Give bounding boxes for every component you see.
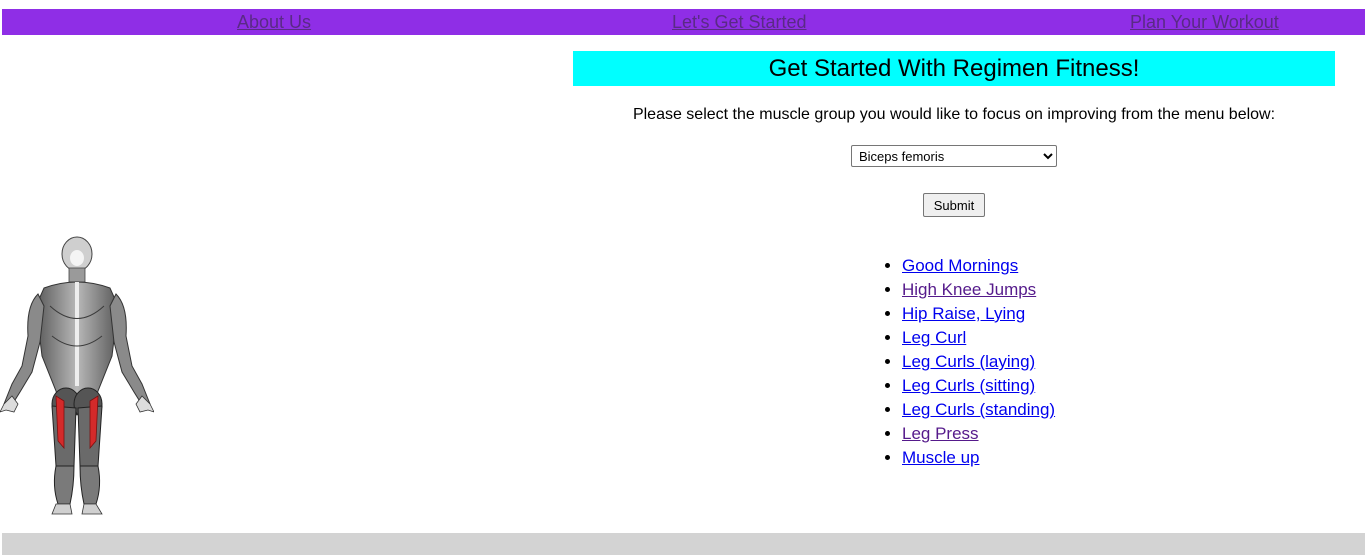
list-item: Leg Curls (standing) bbox=[902, 398, 1055, 422]
muscle-group-select[interactable]: Biceps femoris bbox=[851, 145, 1057, 167]
exercise-link-leg-curls-standing[interactable]: Leg Curls (standing) bbox=[902, 400, 1055, 419]
list-item: Leg Curl bbox=[902, 326, 1055, 350]
page-title: Get Started With Regimen Fitness! bbox=[768, 55, 1140, 82]
submit-button[interactable]: Submit bbox=[923, 193, 985, 217]
list-item: Hip Raise, Lying bbox=[902, 302, 1055, 326]
exercise-list: Good Mornings High Knee Jumps Hip Raise,… bbox=[862, 254, 1055, 470]
list-item: Leg Curls (laying) bbox=[902, 350, 1055, 374]
exercise-link-leg-curls-sitting[interactable]: Leg Curls (sitting) bbox=[902, 376, 1035, 395]
exercise-link-leg-curl[interactable]: Leg Curl bbox=[902, 328, 966, 347]
exercise-link-leg-press[interactable]: Leg Press bbox=[902, 424, 979, 443]
list-item: Muscle up bbox=[902, 446, 1055, 470]
muscle-anatomy-figure bbox=[0, 236, 154, 515]
exercise-link-high-knee-jumps[interactable]: High Knee Jumps bbox=[902, 280, 1036, 299]
list-item: High Knee Jumps bbox=[902, 278, 1055, 302]
instruction-text: Please select the muscle group you would… bbox=[632, 106, 1276, 123]
nav-link-lets-get-started[interactable]: Let's Get Started bbox=[672, 11, 807, 33]
page-footer bbox=[2, 533, 1365, 555]
exercise-link-good-mornings[interactable]: Good Mornings bbox=[902, 256, 1018, 275]
list-item: Leg Press bbox=[902, 422, 1055, 446]
top-navbar: About Us Let's Get Started Plan Your Wor… bbox=[2, 9, 1365, 35]
nav-link-plan-your-workout[interactable]: Plan Your Workout bbox=[1130, 11, 1279, 33]
exercise-link-hip-raise-lying[interactable]: Hip Raise, Lying bbox=[902, 304, 1025, 323]
page-banner: Get Started With Regimen Fitness! bbox=[573, 51, 1335, 86]
nav-link-about-us[interactable]: About Us bbox=[237, 11, 311, 33]
list-item: Leg Curls (sitting) bbox=[902, 374, 1055, 398]
exercise-link-muscle-up[interactable]: Muscle up bbox=[902, 448, 979, 467]
exercise-link-leg-curls-laying[interactable]: Leg Curls (laying) bbox=[902, 352, 1035, 371]
list-item: Good Mornings bbox=[902, 254, 1055, 278]
